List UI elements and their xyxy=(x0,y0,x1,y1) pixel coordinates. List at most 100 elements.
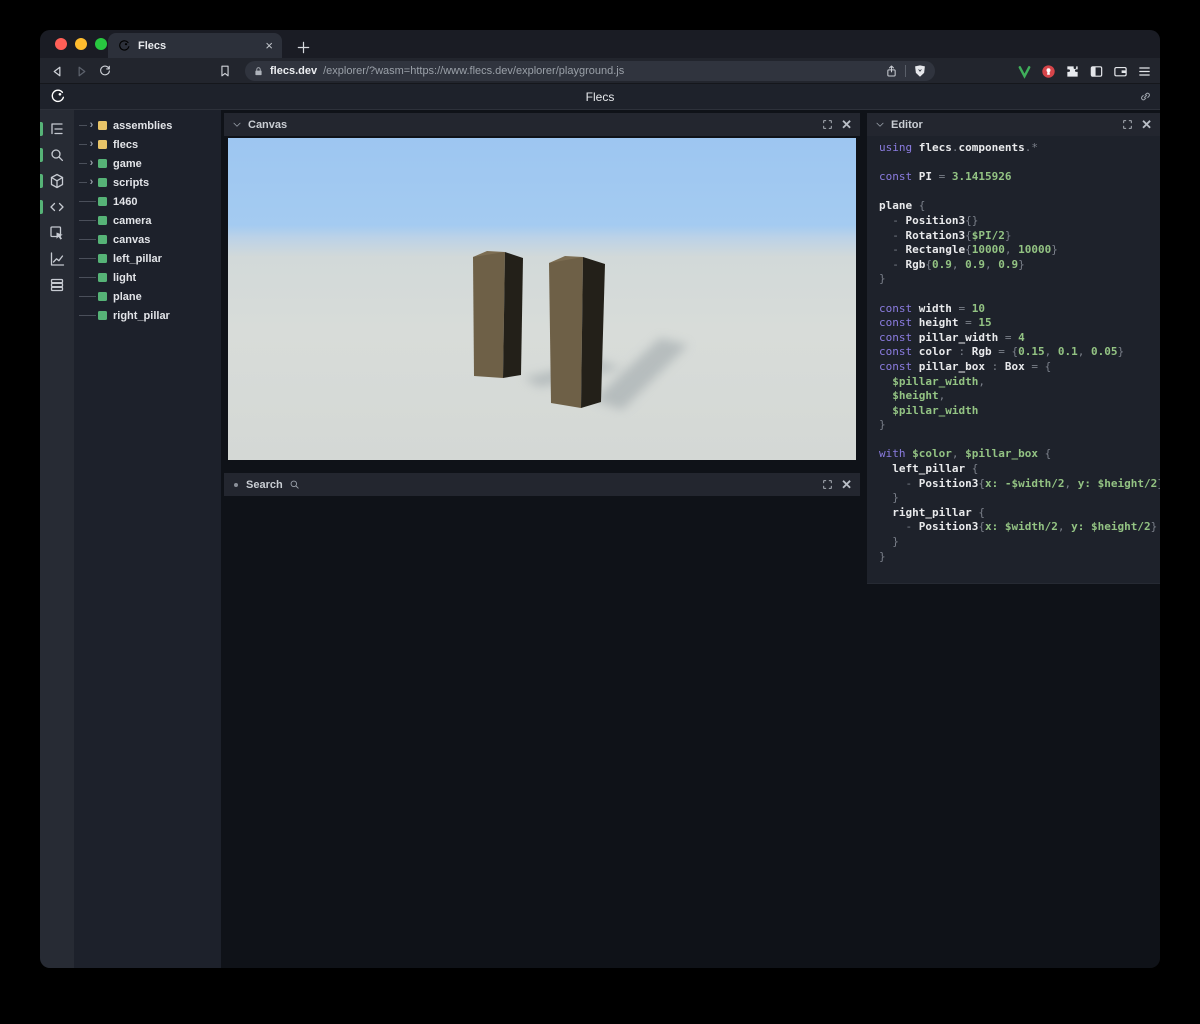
expand-chevron-icon[interactable]: › xyxy=(87,120,96,131)
tree-item-game[interactable]: › game xyxy=(74,154,221,173)
brave-shield-icon[interactable] xyxy=(913,64,927,78)
fullscreen-icon[interactable] xyxy=(822,119,833,130)
canvas-panel-title: Canvas xyxy=(248,118,288,131)
forward-button[interactable] xyxy=(71,61,91,81)
address-bar[interactable]: flecs.dev /explorer/?wasm=https://www.fl… xyxy=(245,61,935,81)
sidebar-toggle-icon[interactable] xyxy=(1089,64,1104,79)
new-tab-button[interactable] xyxy=(296,40,311,55)
entity-kind-icon xyxy=(98,292,107,301)
page-title: Flecs xyxy=(585,90,615,104)
tree-guide xyxy=(79,258,96,259)
tab-title: Flecs xyxy=(138,39,167,52)
editor-panel-header[interactable]: Editor ✕ xyxy=(867,113,1160,136)
tree-item-label: plane xyxy=(113,290,142,303)
code-line: $pillar_width, xyxy=(879,374,985,388)
minimize-window-button[interactable] xyxy=(75,38,87,50)
fullscreen-icon[interactable] xyxy=(1122,119,1133,130)
close-panel-icon[interactable]: ✕ xyxy=(1141,118,1152,131)
tree-item-camera[interactable]: camera xyxy=(74,211,221,230)
tree-guide xyxy=(79,277,96,278)
collapse-chevron-icon[interactable] xyxy=(232,120,242,130)
entity-kind-icon xyxy=(98,311,107,320)
browser-tab-flecs[interactable]: Flecs × xyxy=(108,33,282,58)
search-icon xyxy=(49,147,65,163)
bookmark-button[interactable] xyxy=(215,61,235,81)
sidebar-tool-entities[interactable] xyxy=(40,168,74,194)
url-domain: flecs.dev xyxy=(270,65,318,77)
tree-item-plane[interactable]: plane xyxy=(74,287,221,306)
collapse-chevron-icon[interactable] xyxy=(875,120,885,130)
extensions-row xyxy=(1017,61,1152,81)
stats-icon xyxy=(49,251,65,267)
tree-item-canvas[interactable]: canvas xyxy=(74,230,221,249)
sidebar-tool-entity-tree[interactable] xyxy=(40,116,74,142)
tree-item-scripts[interactable]: › scripts xyxy=(74,173,221,192)
navigation-bar: flecs.dev /explorer/?wasm=https://www.fl… xyxy=(40,58,1160,84)
lock-icon xyxy=(253,66,264,77)
wallet-icon[interactable] xyxy=(1113,64,1128,79)
sidebar-tool-data[interactable] xyxy=(40,272,74,298)
zoom-window-button[interactable] xyxy=(95,38,107,50)
tree-item-left_pillar[interactable]: left_pillar xyxy=(74,249,221,268)
active-indicator xyxy=(40,122,43,136)
back-icon xyxy=(50,64,65,79)
close-tab-icon[interactable]: × xyxy=(265,39,273,52)
canvas-panel: Canvas ✕ xyxy=(224,113,860,460)
share-icon[interactable] xyxy=(885,65,898,78)
blocker-extension-icon[interactable] xyxy=(1041,64,1056,79)
puzzle-extension-icon[interactable] xyxy=(1065,64,1080,79)
tree-item-assemblies[interactable]: › assemblies xyxy=(74,116,221,135)
close-panel-icon[interactable]: ✕ xyxy=(841,118,852,131)
code-line: - Rectangle{10000, 10000} xyxy=(879,243,1058,257)
sidebar-tool-inspect[interactable] xyxy=(40,220,74,246)
code-line: plane { xyxy=(879,199,926,213)
tool-sidebar xyxy=(40,110,74,968)
sidebar-tool-search[interactable] xyxy=(40,142,74,168)
url-path: /explorer/?wasm=https://www.flecs.dev/ex… xyxy=(323,65,625,77)
tree-item-label: left_pillar xyxy=(113,252,162,265)
main-area: › assemblies › flecs › game › scripts 1460 camera… xyxy=(40,110,1160,968)
code-line: const pillar_width = 4 xyxy=(879,330,1025,344)
divider xyxy=(905,65,906,77)
search-panel-title: Search xyxy=(246,478,283,491)
code-line: - Rgb{0.9, 0.9, 0.9} xyxy=(879,257,1025,271)
code-line: } xyxy=(879,491,899,505)
sidebar-tool-stats[interactable] xyxy=(40,246,74,272)
code-line: left_pillar { xyxy=(879,462,979,476)
code-line: } xyxy=(879,418,886,432)
back-button[interactable] xyxy=(47,61,67,81)
tree-item-1460[interactable]: 1460 xyxy=(74,192,221,211)
tree-guide xyxy=(79,144,87,145)
v-extension-icon[interactable] xyxy=(1017,64,1032,79)
3d-viewport[interactable] xyxy=(228,138,856,460)
menu-icon[interactable] xyxy=(1137,64,1152,79)
window-controls xyxy=(55,38,107,50)
tree-item-light[interactable]: light xyxy=(74,268,221,287)
reload-button[interactable] xyxy=(95,61,115,81)
share-link-icon[interactable] xyxy=(1139,90,1152,103)
center-area: Canvas ✕ Search ✕ xyxy=(221,110,867,968)
expand-chevron-icon[interactable]: › xyxy=(87,158,96,169)
close-window-button[interactable] xyxy=(55,38,67,50)
flecs-favicon-icon xyxy=(117,39,131,53)
forward-icon xyxy=(74,64,89,79)
code-line: $height, xyxy=(879,389,946,403)
sidebar-tool-code[interactable] xyxy=(40,194,74,220)
expand-chevron-icon[interactable]: › xyxy=(87,139,96,150)
collapsed-indicator[interactable] xyxy=(234,482,238,487)
fullscreen-icon[interactable] xyxy=(822,479,833,490)
editor-panel: Editor ✕ using flecs.components.* const … xyxy=(867,113,1160,584)
tree-item-right_pillar[interactable]: right_pillar xyxy=(74,306,221,325)
tree-item-flecs[interactable]: › flecs xyxy=(74,135,221,154)
browser-window: Flecs × flecs.dev /explorer/?wasm=https:… xyxy=(40,30,1160,968)
canvas-panel-header[interactable]: Canvas ✕ xyxy=(224,113,860,136)
code-line: - Rotation3{$PI/2} xyxy=(879,228,1012,242)
close-panel-icon[interactable]: ✕ xyxy=(841,478,852,491)
tree-guide xyxy=(79,239,96,240)
code-editor[interactable]: using flecs.components.* const PI = 3.14… xyxy=(867,136,1160,583)
entity-kind-icon xyxy=(98,178,107,187)
search-panel-header[interactable]: Search ✕ xyxy=(224,473,860,496)
expand-chevron-icon[interactable]: › xyxy=(87,177,96,188)
reload-icon xyxy=(98,64,112,78)
